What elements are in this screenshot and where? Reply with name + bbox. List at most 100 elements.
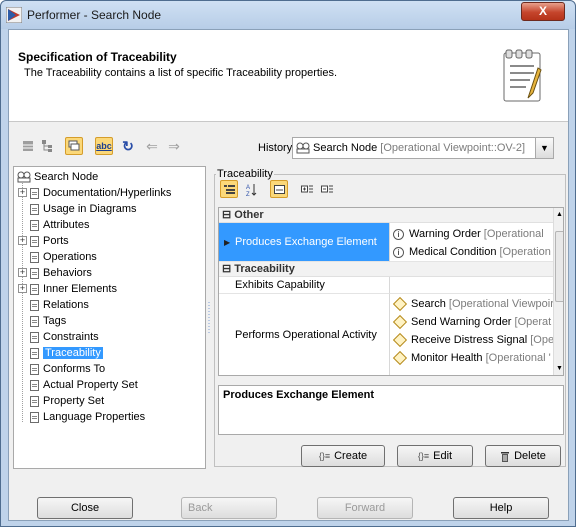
property-produces-exchange-element[interactable]: ▶ Produces Exchange Element	[219, 223, 390, 262]
help-button[interactable]: Help	[453, 497, 549, 519]
tree-item[interactable]: Tags	[30, 313, 66, 329]
group-header-other[interactable]: ⊟ Other	[219, 208, 563, 223]
tree-item[interactable]: Behaviors	[30, 265, 92, 281]
tree-item-label: Documentation/Hyperlinks	[43, 187, 172, 199]
tree-item-label: Inner Elements	[43, 283, 117, 295]
expand-toggle-icon[interactable]: +	[18, 284, 27, 293]
value-item[interactable]: Receive Distress Signal [Ope	[393, 331, 553, 349]
delete-button[interactable]: Delete	[485, 445, 561, 467]
grid-view-icon[interactable]	[19, 137, 37, 155]
svg-text:Z: Z	[246, 192, 250, 196]
value-item[interactable]: Send Warning Order [Operat	[393, 313, 553, 331]
tree-item[interactable]: Attributes	[30, 217, 89, 233]
value-item[interactable]: i Medical Condition [Operation	[393, 243, 553, 261]
tree-item[interactable]: Operations	[30, 249, 97, 265]
tree-item[interactable]: Conforms To	[30, 361, 105, 377]
expand-all-icon[interactable]	[298, 180, 316, 198]
chevron-down-icon[interactable]: ▼	[536, 137, 554, 159]
scroll-down-arrow-icon[interactable]: ▼	[556, 365, 563, 372]
page-icon	[30, 347, 39, 359]
specification-description: The Traceability contains a list of spec…	[24, 67, 338, 79]
page-icon	[30, 363, 39, 375]
specification-toolbar: abc ↻ ⇐ ⇒ History : Search Node [Operati…	[9, 130, 568, 160]
tree-item-label: Behaviors	[43, 267, 92, 279]
page-icon	[30, 251, 39, 263]
traceability-legend: Traceability	[216, 168, 274, 180]
tree-item[interactable]: Language Properties	[30, 409, 145, 425]
edit-button[interactable]: {}≡ Edit	[397, 445, 473, 467]
scroll-thumb[interactable]	[555, 231, 563, 302]
expert-mode-toggle-icon[interactable]	[65, 137, 83, 155]
value-item-context: [Operational Viewpoir	[448, 298, 553, 310]
value-exhibits-capability[interactable]	[390, 277, 553, 294]
back-button[interactable]: Back	[181, 497, 277, 519]
value-item[interactable]: Search [Operational Viewpoir	[393, 295, 553, 313]
categorized-view-icon[interactable]	[220, 180, 238, 198]
tree-item[interactable]: Traceability	[30, 345, 103, 361]
close-window-button[interactable]: X	[521, 2, 565, 21]
tree-view-icon[interactable]	[39, 137, 57, 155]
value-item[interactable]: Monitor Health [Operational '	[393, 349, 553, 367]
history-selected-context: [Operational Viewpoint::OV-2]	[380, 142, 525, 154]
property-performs-operational-activity[interactable]: Performs Operational Activity	[219, 294, 390, 375]
group-header-traceability[interactable]: ⊟ Traceability	[219, 262, 563, 277]
tree-item[interactable]: Constraints	[30, 329, 99, 345]
edit-icon: {}≡	[417, 451, 430, 461]
title-bar[interactable]: Performer - Search Node X	[1, 1, 575, 29]
tree-item[interactable]: Relations	[30, 297, 89, 313]
history-dropdown[interactable]: Search Node [Operational Viewpoint::OV-2…	[292, 137, 536, 159]
value-performs-operational-activity[interactable]: Search [Operational Viewpoir Send Warning…	[390, 294, 553, 375]
show-description-icon[interactable]	[270, 180, 288, 198]
value-item-name: Receive Distress Signal	[411, 334, 528, 346]
tree-item[interactable]: Actual Property Set	[30, 377, 138, 393]
expand-toggle-icon[interactable]: +	[18, 188, 27, 197]
tree-item[interactable]: Ports	[30, 233, 69, 249]
tree-item-label: Language Properties	[43, 411, 146, 423]
node-icon	[296, 142, 310, 154]
property-grid: ⊟ Other ▶ Produces Exchange Element i War…	[218, 207, 564, 376]
value-item[interactable]: i Warning Order [Operational	[393, 225, 553, 243]
page-icon	[30, 267, 39, 279]
sort-alphabetically-icon[interactable]: AZ	[242, 180, 260, 198]
close-button[interactable]: Close	[37, 497, 133, 519]
property-exhibits-capability[interactable]: Exhibits Capability	[219, 277, 390, 294]
value-item-context: [Operation	[499, 246, 551, 258]
page-icon	[30, 235, 39, 247]
value-item-context: [Ope	[530, 334, 553, 346]
collapse-all-icon[interactable]	[318, 180, 336, 198]
create-label: Create	[334, 450, 368, 462]
panel-splitter[interactable]	[206, 166, 212, 469]
specification-tree: Search Node + Documentation/Hyperlinks Usa…	[13, 166, 206, 469]
row-pointer-icon: ▶	[224, 237, 231, 247]
value-produces-exchange-element[interactable]: i Warning Order [Operational i Medical Cond…	[390, 223, 553, 262]
tree-item-label: Operations	[43, 251, 97, 263]
forward-button[interactable]: Forward	[317, 497, 413, 519]
page-icon	[30, 219, 39, 231]
tree-item[interactable]: Documentation/Hyperlinks	[30, 185, 171, 201]
value-item-context: [Operational	[483, 228, 544, 240]
back-arrow-icon[interactable]: ⇐	[143, 137, 161, 155]
spelling-check-icon[interactable]: abc	[95, 137, 113, 155]
refresh-icon[interactable]: ↻	[119, 137, 137, 155]
page-icon	[30, 331, 39, 343]
forward-arrow-icon[interactable]: ⇒	[165, 137, 183, 155]
tree-item-label: Actual Property Set	[43, 379, 138, 391]
scroll-up-arrow-icon[interactable]: ▲	[556, 211, 563, 218]
history-selected-name: Search Node	[313, 142, 378, 154]
tree-item[interactable]: Inner Elements	[30, 281, 117, 297]
tree-item-label: Attributes	[43, 219, 90, 231]
group-traceability-label: Traceability	[234, 263, 295, 275]
expand-toggle-icon[interactable]: +	[18, 236, 27, 245]
tree-item-label: Conforms To	[43, 363, 106, 375]
property-grid-scrollbar[interactable]: ▲ ▼	[553, 208, 563, 375]
tree-item-label: Ports	[43, 235, 69, 247]
create-button[interactable]: {}≡ Create	[301, 445, 385, 467]
expand-toggle-icon[interactable]: +	[18, 268, 27, 277]
tree-item[interactable]: Usage in Diagrams	[30, 201, 137, 217]
create-icon: {}≡	[318, 451, 331, 461]
tree-item[interactable]: Property Set	[30, 393, 104, 409]
dialog-window: Performer - Search Node X Specification …	[0, 0, 576, 527]
window-title: Performer - Search Node	[27, 8, 162, 22]
delete-label: Delete	[514, 450, 546, 462]
tree-item-label: Constraints	[43, 331, 99, 343]
